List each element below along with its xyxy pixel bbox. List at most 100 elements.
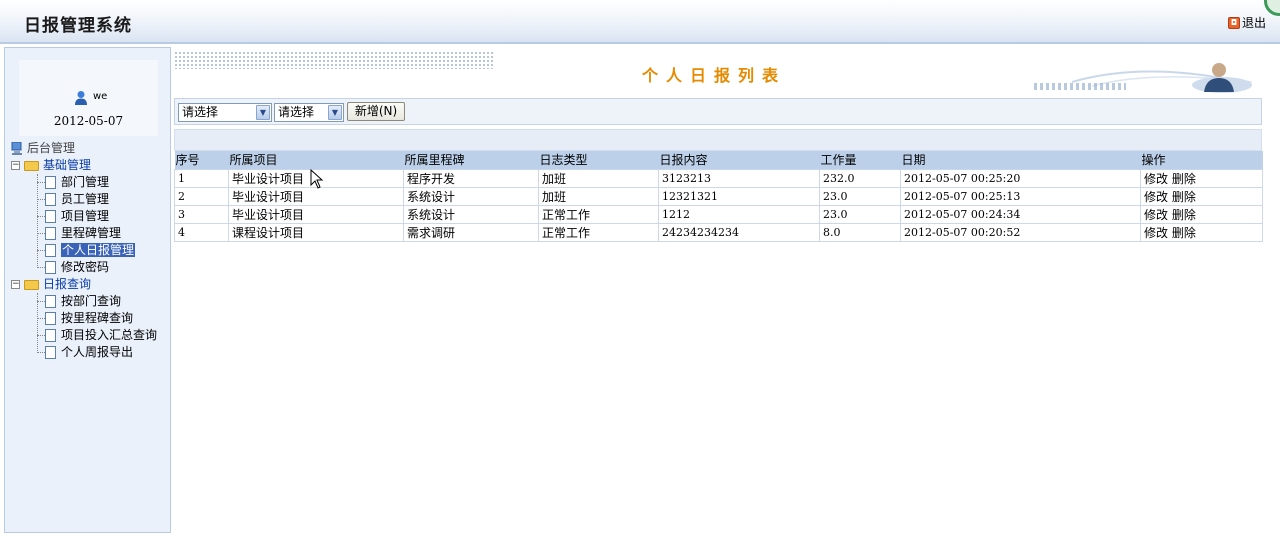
- col-header-actions: 操作: [1140, 151, 1263, 170]
- edit-link[interactable]: 修改: [1144, 226, 1168, 240]
- cell-no: 2: [174, 186, 229, 206]
- chevron-down-icon[interactable]: ▼: [256, 105, 270, 120]
- cell-type: 加班: [538, 186, 659, 206]
- cell-workload: 232.0: [819, 168, 901, 188]
- cell-project: 毕业设计项目: [228, 204, 404, 224]
- col-header-project: 所属项目: [228, 151, 404, 170]
- project-select-value: 请选择: [182, 105, 219, 119]
- tree-item-milestone[interactable]: 里程碑管理: [9, 225, 169, 242]
- cell-milestone: 需求调研: [403, 222, 539, 242]
- page-icon: [45, 227, 56, 240]
- cell-project: 毕业设计项目: [228, 186, 404, 206]
- edit-link[interactable]: 修改: [1144, 190, 1168, 204]
- tree-root-label: 后台管理: [27, 141, 76, 155]
- cell-workload: 23.0: [819, 204, 901, 224]
- table-row: 2 毕业设计项目 系统设计 加班 12321321 23.0 2012-05-0…: [174, 186, 1263, 206]
- tree-item-query-milestone[interactable]: 按里程碑查询: [9, 310, 169, 327]
- page-icon: [45, 312, 56, 325]
- tree-root-admin[interactable]: 后台管理: [9, 140, 169, 157]
- page-title: 个人日报列表: [642, 66, 787, 85]
- logout-button[interactable]: ◘ 退出: [1227, 14, 1266, 31]
- cell-no: 1: [174, 168, 229, 188]
- tree-group-label: 基础管理: [43, 158, 92, 172]
- milestone-select[interactable]: 请选择 ▼: [274, 103, 344, 122]
- cell-date: 2012-05-07 00:25:13: [900, 186, 1141, 206]
- banner-dots-decoration: [1034, 83, 1126, 90]
- tree-item-weekly-export[interactable]: 个人周报导出: [9, 344, 169, 361]
- col-header-no: 序号: [174, 151, 229, 170]
- delete-link[interactable]: 删除: [1172, 172, 1196, 186]
- page-icon: [45, 261, 56, 274]
- cell-content: 12321321: [658, 186, 820, 206]
- page-icon: [45, 210, 56, 223]
- report-table-container: 序号 所属项目 所属里程碑 日志类型 日报内容 工作量 日期 操作 1 毕业设计…: [174, 129, 1263, 242]
- col-header-type: 日志类型: [538, 151, 659, 170]
- tree-group-query-items: 按部门查询 按里程碑查询 项目投入汇总查询 个人周报导出: [9, 293, 169, 361]
- tree-group-basic[interactable]: − 基础管理: [9, 157, 169, 174]
- table-header-row: 序号 所属项目 所属里程碑 日志类型 日报内容 工作量 日期 操作: [174, 151, 1263, 170]
- tree-item-query-department[interactable]: 按部门查询: [9, 293, 169, 310]
- cell-type: 加班: [538, 168, 659, 188]
- tree-group-query[interactable]: − 日报查询: [9, 276, 169, 293]
- chevron-down-icon[interactable]: ▼: [328, 105, 342, 120]
- cell-content: 24234234234: [658, 222, 820, 242]
- table-top-band: [174, 129, 1262, 151]
- app-header: 日报管理系统 ◘ 退出: [0, 0, 1280, 44]
- add-button[interactable]: 新增(N): [347, 102, 405, 121]
- table-row: 1 毕业设计项目 程序开发 加班 3123213 232.0 2012-05-0…: [174, 168, 1263, 188]
- page-icon: [45, 329, 56, 342]
- cell-no: 3: [174, 204, 229, 224]
- tree-item-employee[interactable]: 员工管理: [9, 191, 169, 208]
- cell-no: 4: [174, 222, 229, 242]
- tree-group-basic-items: 部门管理 员工管理 项目管理 里程碑管理 个人日报管理 修改密码: [9, 174, 169, 276]
- cell-type: 正常工作: [538, 204, 659, 224]
- cell-project: 课程设计项目: [228, 222, 404, 242]
- folder-open-icon: [24, 280, 39, 290]
- cell-workload: 23.0: [819, 186, 901, 206]
- page-icon: [45, 193, 56, 206]
- page-icon: [45, 244, 56, 257]
- tree-item-change-password[interactable]: 修改密码: [9, 259, 169, 276]
- cell-content: 3123213: [658, 168, 820, 188]
- delete-link[interactable]: 删除: [1172, 208, 1196, 222]
- cell-date: 2012-05-07 00:24:34: [900, 204, 1141, 224]
- collapse-icon[interactable]: −: [11, 280, 20, 289]
- collapse-icon[interactable]: −: [11, 161, 20, 170]
- delete-link[interactable]: 删除: [1172, 190, 1196, 204]
- logout-icon: ◘: [1227, 16, 1240, 29]
- tree-item-query-project-summary[interactable]: 项目投入汇总查询: [9, 327, 169, 344]
- user-name: we: [93, 91, 108, 102]
- filter-toolbar: 请选择 ▼ 请选择 ▼ 新增(N): [174, 98, 1262, 125]
- cell-workload: 8.0: [819, 222, 901, 242]
- col-header-date: 日期: [900, 151, 1141, 170]
- cell-milestone: 系统设计: [403, 204, 539, 224]
- dotted-decoration: [174, 51, 494, 69]
- app-title: 日报管理系统: [24, 16, 132, 36]
- table-row: 4 课程设计项目 需求调研 正常工作 24234234234 8.0 2012-…: [174, 222, 1263, 242]
- computer-icon: [11, 142, 22, 155]
- cell-milestone: 程序开发: [403, 168, 539, 188]
- page-icon: [45, 176, 56, 189]
- cell-actions: 修改 删除: [1140, 204, 1263, 224]
- tree-group-label: 日报查询: [43, 277, 92, 291]
- cell-date: 2012-05-07 00:20:52: [900, 222, 1141, 242]
- col-header-milestone: 所属里程碑: [403, 151, 539, 170]
- edit-link[interactable]: 修改: [1144, 172, 1168, 186]
- milestone-select-value: 请选择: [278, 105, 315, 119]
- cell-actions: 修改 删除: [1140, 168, 1263, 188]
- tree-item-project[interactable]: 项目管理: [9, 208, 169, 225]
- user-date: 2012-05-07: [53, 114, 124, 128]
- project-select[interactable]: 请选择 ▼: [178, 103, 272, 122]
- cell-content: 1212: [658, 204, 820, 224]
- sidebar: we 2012-05-07 后台管理 − 基础管理 部门管理 员工管理 项目管理…: [4, 47, 171, 533]
- tree-item-personal-report[interactable]: 个人日报管理: [9, 242, 169, 259]
- edit-link[interactable]: 修改: [1144, 208, 1168, 222]
- cell-milestone: 系统设计: [403, 186, 539, 206]
- user-icon: [75, 91, 87, 105]
- tree-item-department[interactable]: 部门管理: [9, 174, 169, 191]
- table-row: 3 毕业设计项目 系统设计 正常工作 1212 23.0 2012-05-07 …: [174, 204, 1263, 224]
- delete-link[interactable]: 删除: [1172, 226, 1196, 240]
- logout-label: 退出: [1241, 16, 1266, 30]
- page-icon: [45, 346, 56, 359]
- mouse-cursor-icon: [310, 169, 324, 189]
